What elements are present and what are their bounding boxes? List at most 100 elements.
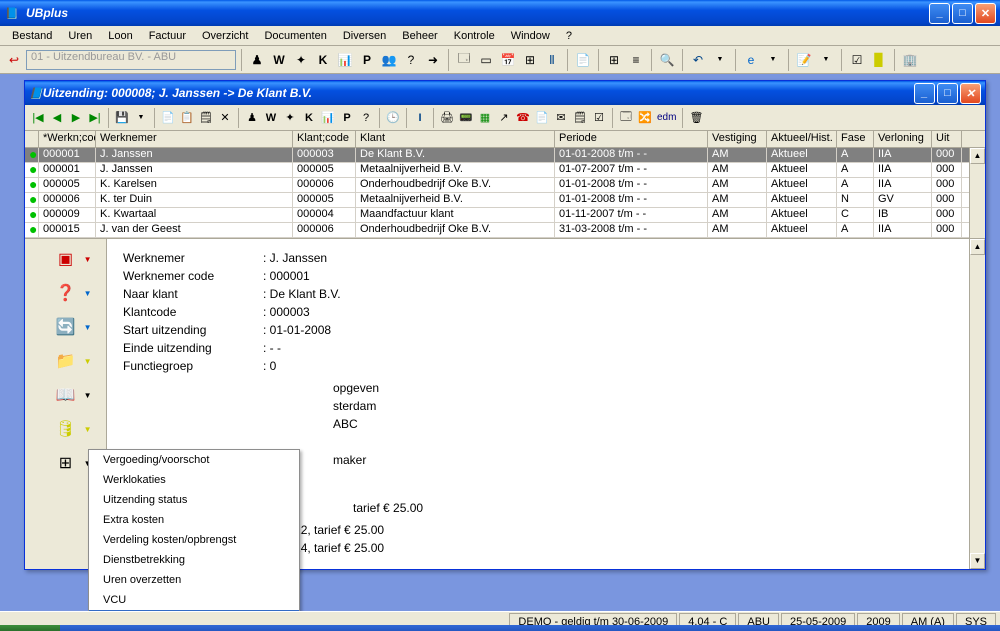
grid-col-marker[interactable] — [25, 131, 39, 147]
grid-col-vestiging[interactable]: Vestiging — [708, 131, 767, 147]
tb-icon-chart[interactable]: 📊 — [335, 50, 355, 70]
tb-icon-help[interactable]: ? — [401, 50, 421, 70]
dropdown-save-icon[interactable]: ▼ — [132, 109, 150, 127]
menu-bestand[interactable]: Bestand — [4, 28, 60, 44]
tb-icon-note[interactable]: ▉ — [869, 50, 889, 70]
save-icon[interactable]: 💾 — [113, 109, 131, 127]
tb-icon-dropdown3[interactable]: ▼ — [816, 50, 836, 70]
tb-icon-w[interactable]: W — [269, 50, 289, 70]
nav-prev-icon[interactable]: ◀ — [48, 109, 66, 127]
ct-chart-icon[interactable]: 📊 — [319, 109, 337, 127]
ct-tree-icon[interactable]: 🔀 — [636, 109, 654, 127]
menu-item[interactable]: VCU — [89, 590, 299, 610]
grid-col-code[interactable]: *Werkn;code — [39, 131, 96, 147]
menu-item[interactable]: Uitzending status — [89, 490, 299, 510]
ct-person-icon[interactable]: ♟ — [243, 109, 261, 127]
tb-icon-k[interactable]: K — [313, 50, 333, 70]
table-row[interactable]: ●000001J. Janssen000005Metaalnijverheid … — [25, 163, 985, 178]
tb-icon-person[interactable]: ♟ — [247, 50, 267, 70]
tb-icon-star[interactable]: ✦ — [291, 50, 311, 70]
menu-loon[interactable]: Loon — [100, 28, 140, 44]
edm-label[interactable]: edm — [655, 112, 678, 123]
table-row[interactable]: ●000015J. van der Geest000006Onderhoudbe… — [25, 223, 985, 238]
ct-doc-icon[interactable]: 📄 — [533, 109, 551, 127]
tb-icon-calendar[interactable]: 📅 — [498, 50, 518, 70]
scroll-up-icon[interactable]: ▲ — [970, 239, 985, 255]
grid-col-klantcode[interactable]: Klant;code — [293, 131, 356, 147]
ct-i-icon[interactable]: I — [411, 109, 429, 127]
grid-col-verloning[interactable]: Verloning — [874, 131, 932, 147]
scroll-up-icon[interactable]: ▲ — [970, 148, 985, 164]
tb-icon-ie[interactable]: e — [741, 50, 761, 70]
exit-icon[interactable]: ↩ — [4, 50, 24, 70]
child-close-button[interactable]: ✕ — [960, 83, 981, 104]
tb-icon-word[interactable]: 📝 — [794, 50, 814, 70]
start-button[interactable] — [0, 625, 60, 631]
ct-green-icon[interactable]: ▦ — [476, 109, 494, 127]
menu-item[interactable]: Dienstbetrekking — [89, 550, 299, 570]
grid-col-klant[interactable]: Klant — [356, 131, 555, 147]
sb-table-icon[interactable]: ⊞▼ — [50, 451, 82, 475]
sb-book-icon[interactable]: 📖▼ — [50, 383, 82, 407]
nav-first-icon[interactable]: |◀ — [29, 109, 47, 127]
grid-col-uit[interactable]: Uit — [932, 131, 962, 147]
menu-item[interactable]: Extra kosten — [89, 510, 299, 530]
print-icon[interactable]: 🖨 — [438, 109, 456, 127]
ct-p-icon[interactable]: P — [338, 109, 356, 127]
sb-refresh-icon[interactable]: 🔄▼ — [50, 315, 82, 339]
menu-documenten[interactable]: Documenten — [256, 28, 334, 44]
tb-icon-table[interactable]: ⊞ — [604, 50, 624, 70]
nav-last-icon[interactable]: ▶| — [86, 109, 104, 127]
close-button[interactable]: ✕ — [975, 3, 996, 24]
sb-help-icon[interactable]: ❓▼ — [50, 281, 82, 305]
ct-k-icon[interactable]: K — [300, 109, 318, 127]
nav-next-icon[interactable]: ▶ — [67, 109, 85, 127]
company-combo[interactable]: 01 - Uitzendbureau BV. - ABU — [26, 50, 236, 70]
table-row[interactable]: ●000006K. ter Duin000005Metaalnijverheid… — [25, 193, 985, 208]
tb-icon-p[interactable]: P — [357, 50, 377, 70]
tb-icon-building[interactable]: 🏢 — [900, 50, 920, 70]
ct-help-icon[interactable]: ? — [357, 109, 375, 127]
tb-icon-dropdown2[interactable]: ▼ — [763, 50, 783, 70]
maximize-button[interactable]: □ — [952, 3, 973, 24]
phone-icon[interactable]: ☎ — [514, 109, 532, 127]
detail-scrollbar[interactable]: ▲ ▼ — [969, 239, 985, 569]
tb-icon-dropdown1[interactable]: ▼ — [710, 50, 730, 70]
menu-factuur[interactable]: Factuur — [141, 28, 194, 44]
tb-icon-search[interactable]: 🔍 — [657, 50, 677, 70]
menu-diversen[interactable]: Diversen — [335, 28, 394, 44]
menu-item[interactable]: Vergoeding/voorschot — [89, 450, 299, 470]
grid-col-aktueel[interactable]: Aktueel/Hist. — [767, 131, 837, 147]
menu-kontrole[interactable]: Kontrole — [446, 28, 503, 44]
table-row[interactable]: ●000001J. Janssen000003De Klant B.V.01-0… — [25, 148, 985, 163]
tb-icon-window1[interactable]: 🗔 — [454, 50, 474, 70]
ct-note-icon[interactable]: 🗒 — [571, 109, 589, 127]
tb-icon-check[interactable]: ☑ — [847, 50, 867, 70]
tb-icon-doc[interactable]: 📄 — [573, 50, 593, 70]
edit-icon[interactable]: 🗒 — [197, 109, 215, 127]
copy-icon[interactable]: 📋 — [178, 109, 196, 127]
minimize-button[interactable]: _ — [929, 3, 950, 24]
taskbar[interactable] — [0, 625, 1000, 631]
new-icon[interactable]: 📄 — [159, 109, 177, 127]
tb-icon-people[interactable]: 👥 — [379, 50, 399, 70]
menu-item[interactable]: Uren overzetten — [89, 570, 299, 590]
tb-icon-window2[interactable]: ▭ — [476, 50, 496, 70]
ct-star-icon[interactable]: ✦ — [281, 109, 299, 127]
menu-uren[interactable]: Uren — [60, 28, 100, 44]
tb-icon-pause[interactable]: Ⅱ — [542, 50, 562, 70]
clock-icon[interactable]: 🕒 — [384, 109, 402, 127]
delete-icon[interactable]: ✕ — [216, 109, 234, 127]
menu-item[interactable]: Werklokaties — [89, 470, 299, 490]
tb-icon-grid[interactable]: ⊞ — [520, 50, 540, 70]
ct-mail-icon[interactable]: ✉ — [552, 109, 570, 127]
ct-win-icon[interactable]: 🗔 — [617, 109, 635, 127]
sb-db-icon[interactable]: 🛢▼ — [50, 417, 82, 441]
sb-blocks-icon[interactable]: ▣▼ — [50, 247, 82, 271]
grid-col-periode[interactable]: Periode — [555, 131, 708, 147]
table-row[interactable]: ●000005K. Karelsen000006Onderhoudbedrijf… — [25, 178, 985, 193]
menu-item[interactable]: Verdeling kosten/opbrengst — [89, 530, 299, 550]
ct-check-icon[interactable]: ☑ — [590, 109, 608, 127]
menu-item[interactable]: Koppeling E-Uur — [89, 610, 299, 611]
ct-export-icon[interactable]: ↗ — [495, 109, 513, 127]
